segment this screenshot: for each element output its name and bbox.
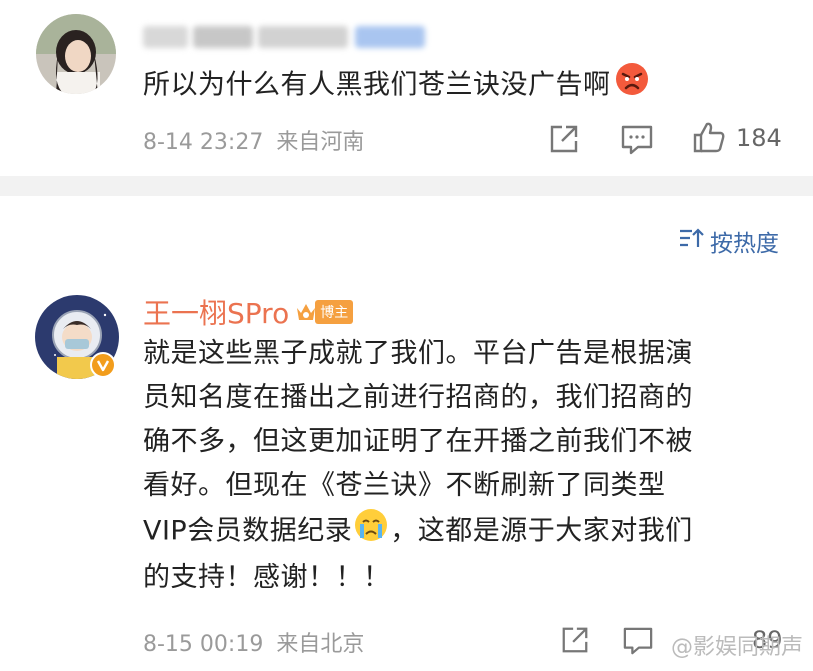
comment-1-meta: 8-14 23:27 来自河南: [143, 124, 364, 156]
like-icon[interactable]: [692, 120, 726, 158]
blogger-badge: 博主: [295, 300, 354, 324]
watermark: @影娱同期声: [670, 635, 803, 660]
commenter-avatar[interactable]: [36, 14, 116, 94]
section-divider: [0, 176, 813, 196]
sort-label: 按热度: [710, 231, 779, 257]
sort-icon: [678, 226, 704, 256]
comment-1-body: 所以为什么有人黑我们苍兰诀没广告啊: [143, 69, 611, 101]
comment-2-time: 8-15 00:19: [143, 632, 264, 657]
comment-2-line: 确不多，但这更加证明了在开播之前我们不被: [143, 426, 693, 457]
crown-icon: [295, 300, 317, 324]
blurred-username[interactable]: [143, 22, 433, 52]
comment-2-line: 就是这些黑子成就了我们。平台广告是根据演: [143, 338, 693, 369]
comment-2-line: VIP会员数据纪录 ，这都是源于大家对我们: [143, 508, 793, 556]
comment-2-line: 看好。但现在《苍兰诀》不断刷新了同类型: [143, 470, 666, 501]
sort-button[interactable]: 按热度: [678, 224, 779, 258]
like-count: 184: [736, 124, 782, 152]
comment-2-fragment: ，这都是源于大家对我们: [390, 515, 693, 547]
comment-2-text: 就是这些黑子成就了我们。平台广告是根据演 员知名度在播出之前进行招商的，我们招商…: [143, 332, 793, 600]
comment-2-header: 王一栩SPro 博主: [143, 292, 354, 332]
crying-face-icon: [354, 508, 388, 556]
comment-1-location: 来自河南: [276, 130, 365, 155]
comment-1-text: 所以为什么有人黑我们苍兰诀没广告啊: [143, 62, 649, 110]
comment-2-meta: 8-15 00:19 来自北京: [143, 626, 364, 658]
comment-1-time: 8-14 23:27: [143, 130, 264, 155]
comment-2-line: 员知名度在播出之前进行招商的，我们招商的: [143, 382, 693, 413]
reply-icon[interactable]: [622, 626, 654, 660]
username-link[interactable]: 王一栩SPro: [143, 292, 289, 332]
share-icon[interactable]: [560, 625, 590, 659]
comment-2-location: 来自北京: [276, 632, 365, 657]
angry-face-icon: [615, 62, 649, 110]
comment-2-line: 的支持！感谢！！！: [143, 562, 391, 593]
reply-icon[interactable]: [620, 124, 654, 160]
comment-2-fragment: VIP会员数据纪录: [143, 515, 353, 547]
verified-icon: [90, 352, 116, 382]
share-icon[interactable]: [548, 123, 580, 159]
badge-label: 博主: [315, 300, 354, 324]
